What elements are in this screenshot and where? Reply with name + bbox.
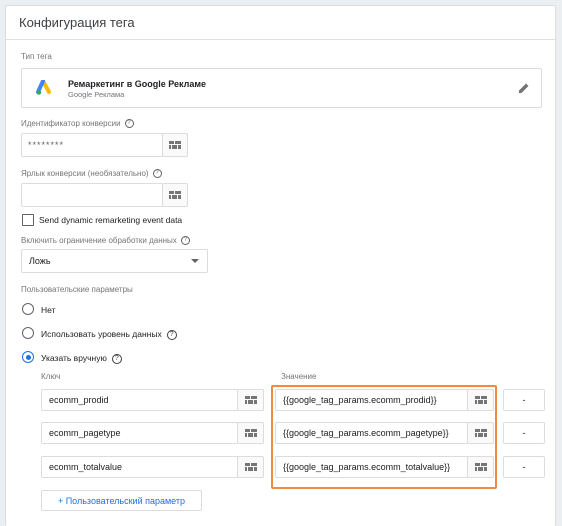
value-column-header: Значение — [281, 372, 317, 381]
help-icon[interactable]: ? — [166, 329, 177, 340]
add-custom-param-button[interactable]: + Пользовательский параметр — [41, 490, 202, 511]
tag-type-label: Тип тега — [21, 52, 52, 61]
tag-configuration-card: Конфигурация тега Тип тега Ремаркетинг в… — [5, 5, 556, 526]
param-key-input[interactable]: ecomm_totalvalue — [41, 456, 238, 478]
conversion-id-variable-button[interactable] — [162, 133, 188, 157]
remove-param-button[interactable]: - — [503, 456, 545, 478]
card-title: Конфигурация тега — [6, 6, 555, 40]
radio-manual[interactable] — [22, 351, 34, 363]
tag-type-title: Ремаркетинг в Google Рекламе — [68, 79, 207, 89]
radio-data-layer-label[interactable]: Использовать уровень данных? — [41, 329, 177, 340]
data-restriction-value: Ложь — [29, 256, 51, 266]
help-icon[interactable]: ? — [111, 353, 122, 364]
conversion-id-input[interactable]: ******** — [21, 133, 163, 157]
conversion-id-label: Идентификатор конверсии? — [21, 119, 134, 129]
radio-manual-label[interactable]: Указать вручную? — [41, 353, 122, 364]
param-key-input[interactable]: ecomm_pagetype — [41, 422, 238, 444]
google-ads-logo-icon — [36, 80, 51, 95]
conversion-label-variable-button[interactable] — [162, 183, 188, 207]
value-highlight-frame — [271, 385, 497, 489]
variable-bricks-icon — [244, 396, 257, 404]
remove-param-button[interactable]: - — [503, 422, 545, 444]
conversion-label-label: Ярлык конверсии (необязательно)? — [21, 169, 162, 179]
chevron-down-icon — [191, 259, 199, 263]
param-key-variable-button[interactable] — [237, 422, 264, 444]
custom-params-label: Пользовательские параметры — [21, 285, 133, 294]
data-restriction-label: Включить ограничение обработки данных? — [21, 236, 190, 246]
param-key-variable-button[interactable] — [237, 456, 264, 478]
radio-none-label[interactable]: Нет — [41, 305, 55, 315]
remove-param-button[interactable]: - — [503, 389, 545, 411]
variable-bricks-icon — [244, 429, 257, 437]
help-icon[interactable]: ? — [152, 169, 162, 179]
data-restriction-select[interactable]: Ложь — [21, 249, 208, 273]
radio-data-layer[interactable] — [22, 327, 34, 339]
param-key-input[interactable]: ecomm_prodid — [41, 389, 238, 411]
help-icon[interactable]: ? — [124, 119, 134, 129]
send-dynamic-label[interactable]: Send dynamic remarketing event data — [39, 215, 182, 225]
variable-bricks-icon — [169, 141, 181, 149]
variable-bricks-icon — [169, 191, 181, 199]
pencil-icon[interactable] — [518, 82, 530, 94]
tag-type-subtitle: Google Реклама — [68, 90, 125, 99]
tag-type-selector[interactable]: Ремаркетинг в Google Рекламе Google Рекл… — [21, 68, 542, 108]
send-dynamic-checkbox[interactable] — [22, 214, 34, 226]
conversion-label-input[interactable] — [21, 183, 163, 207]
radio-none[interactable] — [22, 303, 34, 315]
help-icon[interactable]: ? — [180, 236, 190, 246]
variable-bricks-icon — [244, 463, 257, 471]
key-column-header: Ключ — [41, 372, 61, 381]
param-key-variable-button[interactable] — [237, 389, 264, 411]
